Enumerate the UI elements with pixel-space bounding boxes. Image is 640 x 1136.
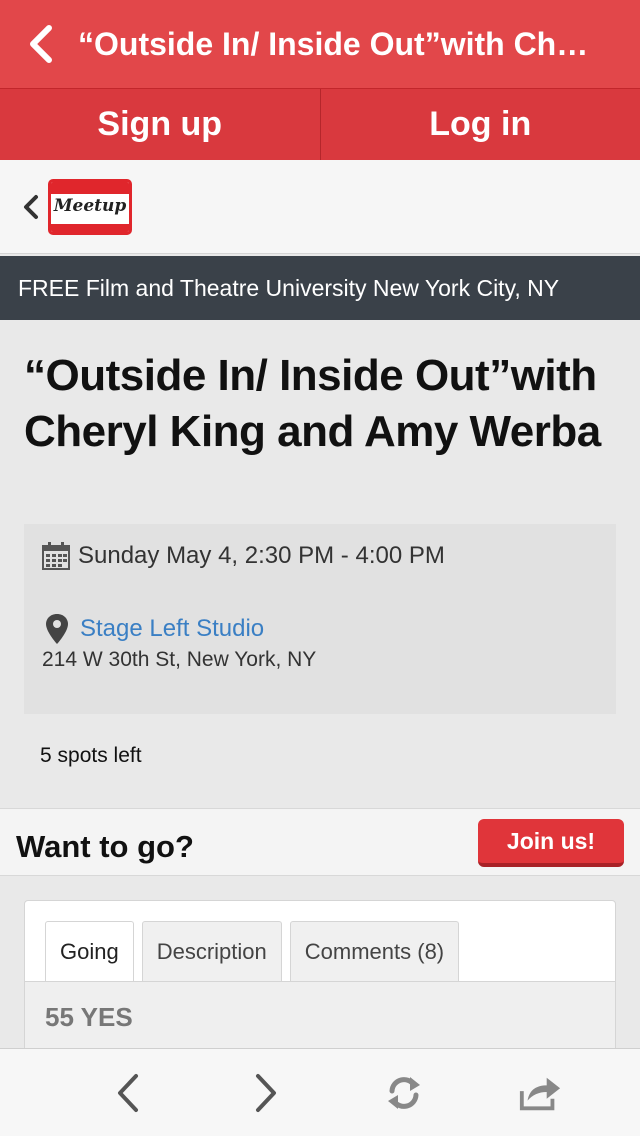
yes-count: 55 YES xyxy=(45,1002,133,1032)
top-navigation-bar: “Outside In/ Inside Out”with Ch… xyxy=(0,0,640,88)
event-location-row: Stage Left Studio xyxy=(42,612,264,646)
sign-up-button[interactable]: Sign up xyxy=(0,89,320,160)
auth-bar: Sign up Log in xyxy=(0,88,640,160)
rsvp-question: Want to go? xyxy=(16,829,194,864)
logo-text: Meetup xyxy=(53,195,127,216)
share-button[interactable] xyxy=(518,1071,562,1115)
calendar-icon xyxy=(42,542,70,570)
spots-left: 5 spots left xyxy=(40,744,142,767)
log-in-button[interactable]: Log in xyxy=(319,89,640,160)
page-title: “Outside In/ Inside Out”with Ch… xyxy=(78,25,589,62)
tab-description[interactable]: Description xyxy=(141,921,282,981)
refresh-icon xyxy=(388,1077,420,1109)
rsvp-bar: Want to go? Join us! xyxy=(0,808,640,876)
chevron-left-icon xyxy=(24,194,38,219)
event-datetime-row: Sunday May 4, 2:30 PM - 4:00 PM xyxy=(42,542,445,570)
share-icon xyxy=(519,1077,561,1111)
venue-address: 214 W 30th St, New York, NY xyxy=(42,648,317,671)
browser-back-button[interactable] xyxy=(106,1071,150,1115)
back-button[interactable] xyxy=(0,0,70,88)
group-name-bar[interactable]: FREE Film and Theatre University New Yor… xyxy=(0,256,640,320)
forward-icon xyxy=(256,1074,276,1112)
tab-going[interactable]: Going xyxy=(45,921,134,981)
event-details: Sunday May 4, 2:30 PM - 4:00 PM Stage Le… xyxy=(24,524,616,714)
tab-bar: Going Description Comments (8) xyxy=(45,921,467,981)
browser-forward-button[interactable] xyxy=(244,1071,288,1115)
map-pin-icon xyxy=(46,614,68,644)
join-button[interactable]: Join us! xyxy=(478,819,624,867)
chevron-left-icon xyxy=(30,25,52,63)
venue-link[interactable]: Stage Left Studio xyxy=(80,615,264,643)
brand-header: Meetup xyxy=(0,160,640,254)
tab-comments[interactable]: Comments (8) xyxy=(289,921,460,981)
group-name[interactable]: FREE Film and Theatre University New Yor… xyxy=(18,275,559,302)
event-tabs-card: Going Description Comments (8) 55 YES xyxy=(24,900,616,1061)
browser-toolbar xyxy=(0,1048,640,1136)
event-datetime: Sunday May 4, 2:30 PM - 4:00 PM xyxy=(78,542,445,569)
back-icon xyxy=(118,1074,138,1112)
meetup-logo[interactable]: Meetup xyxy=(48,178,132,235)
event-title: “Outside In/ Inside Out”with Cheryl King… xyxy=(24,351,601,456)
brand-back-button[interactable] xyxy=(0,194,44,220)
refresh-button[interactable] xyxy=(382,1071,426,1115)
